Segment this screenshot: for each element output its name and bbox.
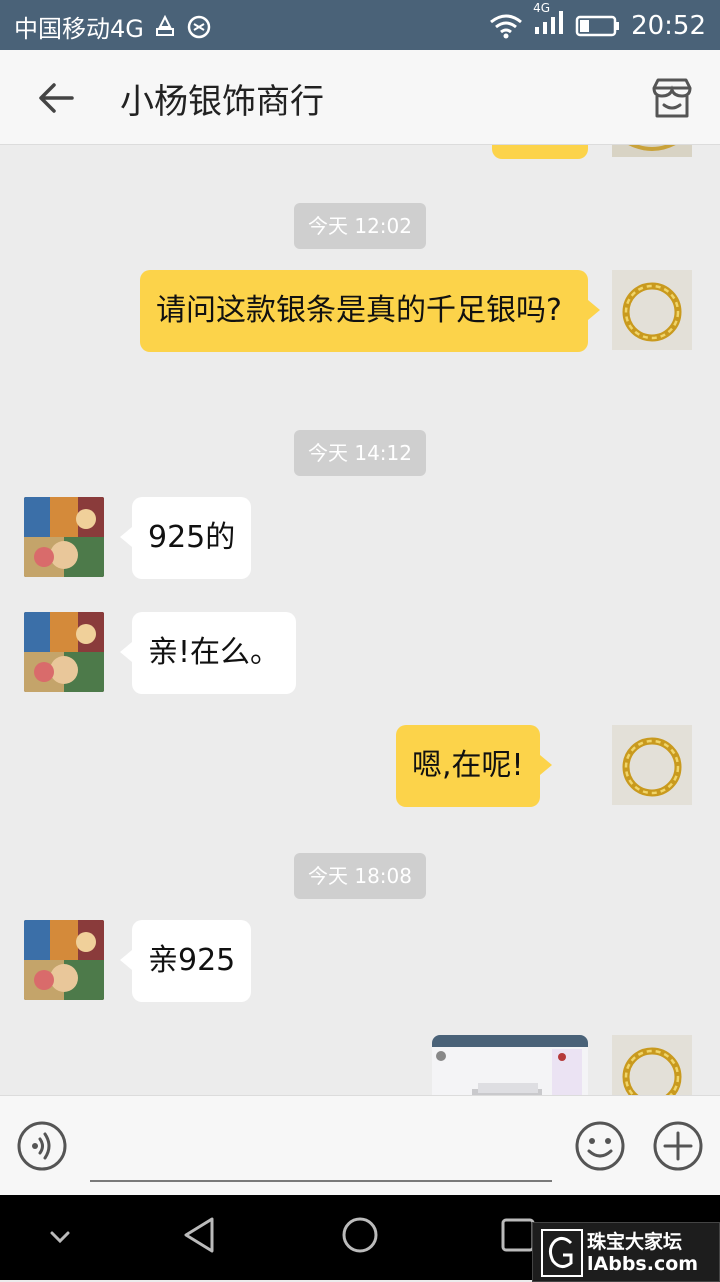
chat-title: 小杨银饰商行 (120, 82, 324, 122)
outgoing-message-bubble[interactable]: 请问这款银条是真的千足银吗? (140, 270, 600, 352)
ring-photo-icon (612, 725, 692, 805)
shop-avatar[interactable] (24, 612, 104, 692)
ring-photo-icon (628, 145, 676, 151)
ring-photo-icon (612, 270, 692, 350)
notification-icon (155, 14, 174, 36)
shop-avatar[interactable] (24, 920, 104, 1000)
carrier-label: 中国移动4G (14, 15, 144, 43)
timestamp: 今天 18:08 (294, 853, 426, 899)
status-left: 中国移动4G (14, 9, 212, 44)
message-input[interactable] (90, 1130, 556, 1178)
nav-back-icon[interactable] (180, 1215, 220, 1255)
clock: 20:52 (631, 10, 706, 41)
watermark-text: 珠宝大家坛 (587, 1231, 683, 1253)
my-avatar[interactable] (612, 1035, 692, 1095)
watermark-logo-icon (541, 1229, 583, 1277)
input-underline (90, 1180, 552, 1182)
incoming-message-bubble[interactable]: 亲!在么。 (119, 612, 297, 694)
voice-icon[interactable] (16, 1120, 68, 1172)
my-avatar[interactable] (612, 725, 692, 805)
emoji-icon[interactable] (574, 1120, 626, 1172)
timestamp: 今天 14:12 (294, 430, 426, 476)
network-type-label: 4G (533, 1, 550, 15)
outgoing-image-message[interactable] (432, 1035, 588, 1095)
plus-icon[interactable] (652, 1120, 704, 1172)
chat-header: 小杨银饰商行 (0, 50, 720, 145)
input-bar (0, 1095, 720, 1196)
incoming-message-bubble[interactable]: 925的 (119, 497, 252, 579)
anime-avatar-icon (24, 612, 104, 692)
watermark: 珠宝大家坛 lAbbs.com (532, 1222, 720, 1282)
nav-recent-icon[interactable] (500, 1217, 536, 1253)
store-icon[interactable] (648, 74, 696, 122)
nav-home-icon[interactable] (340, 1215, 380, 1255)
wifi-icon (490, 14, 522, 38)
status-bar: 中国移动4G 4G 20:52 (0, 0, 720, 50)
watermark-url: lAbbs.com (587, 1253, 699, 1275)
anime-avatar-icon (24, 497, 104, 577)
partial-outgoing-bubble (492, 145, 588, 159)
timestamp: 今天 12:02 (294, 203, 426, 249)
signal-group: 4G (533, 1, 565, 42)
ring-photo-icon (612, 1035, 692, 1095)
back-arrow-icon[interactable] (34, 76, 78, 120)
outgoing-message-bubble[interactable]: 嗯,在呢! (396, 725, 552, 807)
my-avatar[interactable] (612, 270, 692, 350)
battery-icon (575, 15, 620, 36)
chevron-down-icon[interactable] (46, 1223, 74, 1251)
status-right: 4G 20:52 (489, 1, 706, 42)
anime-avatar-icon (24, 920, 104, 1000)
screenshot-thumbnail-icon (432, 1035, 588, 1095)
sync-icon (187, 15, 211, 38)
message-list[interactable]: 今天 12:02 请问这款银条是真的千足银吗? 今天 14:12 925的 亲!… (0, 145, 720, 1095)
shop-avatar[interactable] (24, 497, 104, 577)
incoming-message-bubble[interactable]: 亲925 (119, 920, 252, 1002)
partial-avatar (612, 145, 692, 157)
